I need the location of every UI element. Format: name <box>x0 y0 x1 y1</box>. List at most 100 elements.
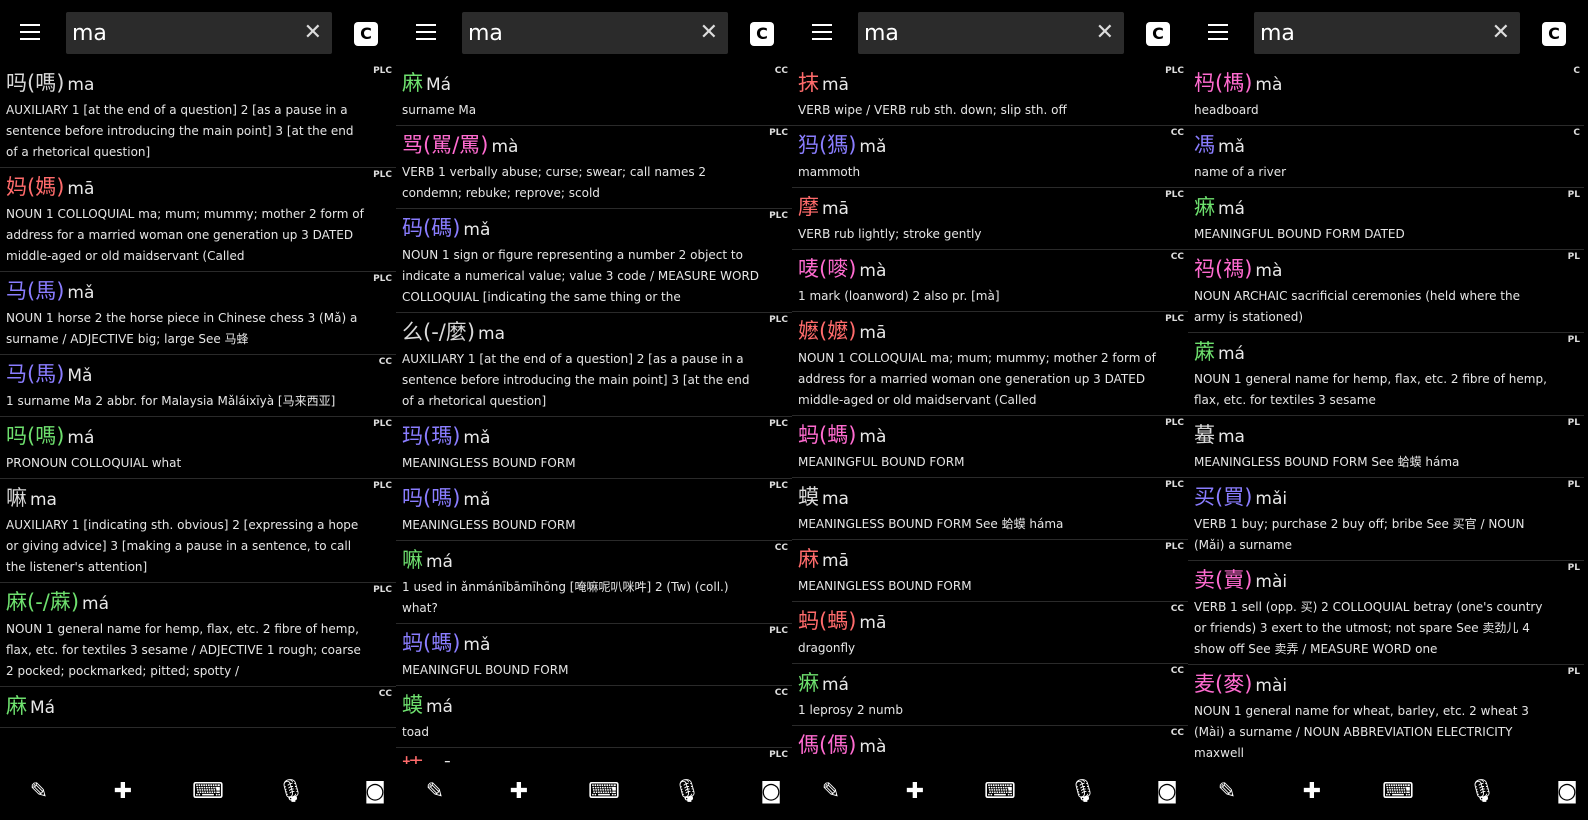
puzzle-icon[interactable]: ✚ <box>504 778 534 806</box>
results-list[interactable]: 吗(嗎) ma PLC AUXILIARY 1 [at the end of a qu… <box>0 64 396 764</box>
dictionary-entry[interactable]: 馮 mǎ Cname of a river <box>1188 126 1584 188</box>
dictionary-entry[interactable]: 祃(禡) mà PL NOUN ARCHAIC sacrificial ceremon… <box>1188 250 1584 333</box>
entry-headword: 马(馬) mǎ <box>6 276 366 308</box>
dictionary-entry[interactable]: 痳 má PL MEANINGFUL BOUND FORM DATED <box>1188 188 1584 250</box>
dictionary-entry[interactable]: 卖(賣) mài PL VERB 1 sell (opp. 买) 2 COLLOQUI… <box>1188 561 1584 665</box>
dictionary-entry[interactable]: 嘛 má CC 1 used in ǎnmánībāmīhōng [唵嘛呢叭咪吽] 2… <box>396 541 792 624</box>
puzzle-icon[interactable]: ✚ <box>900 778 930 806</box>
c-button[interactable]: C <box>1542 22 1566 46</box>
dictionary-entry[interactable]: 蟇 ma PL MEANINGLESS BOUND FORM See 蛤蟆 háma <box>1188 416 1584 478</box>
dictionary-entry[interactable]: 吗(嗎) mǎ PLC MEANINGLESS BOUND FORM <box>396 479 792 541</box>
dictionary-entry[interactable]: 骂(駡/罵) mà PLC VERB 1 verbally abuse; curse;… <box>396 126 792 209</box>
dictionary-entry[interactable]: 蟆 má CC toad <box>396 686 792 748</box>
source-badge: C <box>1573 128 1580 138</box>
results-list[interactable]: 杩(榪) mà Cheadboard 馮 mǎ Cname of a river 痳 má PL… <box>1188 64 1584 764</box>
entry-hanzi: 吗(嗎) <box>402 486 461 510</box>
dictionary-entry[interactable]: 唛(嘜) mà CC 1 mark (loanword) 2 also pr. [mà… <box>792 250 1188 312</box>
dictionary-panel-1: ✕ C 吗(嗎)maPLCAUXILIARY 1 [at the end of … <box>0 0 396 820</box>
entry-definition: AUXILIARY 1 [at the end of a question] 2… <box>6 103 354 159</box>
dictionary-entry[interactable]: 麻 mā PLC MEANINGLESS BOUND FORM <box>792 540 1188 602</box>
dictionary-entry[interactable]: 嘛 ma PLC AUXILIARY 1 [indicating sth. obvio… <box>0 479 396 583</box>
dictionary-entry[interactable]: 犸(獁) mǎ CC mammoth <box>792 126 1188 188</box>
close-icon[interactable]: ✕ <box>1492 21 1510 45</box>
camera-icon[interactable]: ◙ <box>1152 778 1182 806</box>
dictionary-entry[interactable]: 麦(麥) mài PL NOUN 1 general name for wheat, … <box>1188 665 1584 764</box>
dictionary-entry[interactable]: 马(馬) Mǎ CC 1 surname Ma 2 abbr. for Malaysi… <box>0 355 396 417</box>
source-badge: PL <box>1567 190 1580 200</box>
keyboard-icon[interactable]: ⌨ <box>588 778 620 806</box>
dictionary-entry[interactable]: 蚂(螞) mà PLC MEANINGFUL BOUND FORM <box>792 416 1188 478</box>
search-input[interactable] <box>1254 12 1480 54</box>
dictionary-entry[interactable]: 抹mā PLC <box>396 748 792 764</box>
entry-hanzi: 蚂(螞) <box>798 609 857 633</box>
search-input[interactable] <box>858 12 1084 54</box>
source-badge: PLC <box>769 419 788 429</box>
dictionary-entry[interactable]: 蚂(螞) mā CC dragonfly <box>792 602 1188 664</box>
mic-icon[interactable]: 🎙 <box>1068 778 1098 806</box>
dictionary-entry[interactable]: 麻 Má CC surname Ma <box>396 64 792 126</box>
dictionary-entry[interactable]: 蔴 má PL NOUN 1 general name for hemp, flax,… <box>1188 333 1584 416</box>
source-badge: PLC <box>373 481 392 491</box>
menu-icon[interactable] <box>1208 24 1228 40</box>
dictionary-panel-3: ✕ C 抹māPLCVERB wipe / VERB rub sth. down… <box>792 0 1188 820</box>
entry-headword: 祃(禡) mà <box>1194 254 1554 286</box>
dictionary-entry[interactable]: 买(買) mǎi PL VERB 1 buy; purchase 2 buy off;… <box>1188 478 1584 561</box>
menu-icon[interactable] <box>812 24 832 40</box>
brush-icon[interactable]: ✎ <box>816 778 846 806</box>
results-list[interactable]: 抹 mā PLC VERB wipe / VERB rub sth. down; sl… <box>792 64 1188 764</box>
menu-icon[interactable] <box>416 24 436 40</box>
menu-icon[interactable] <box>20 24 40 40</box>
mic-icon[interactable]: 🎙 <box>672 778 702 806</box>
dictionary-entry[interactable]: 傌(傌) mà CC <box>792 726 1188 764</box>
keyboard-icon[interactable]: ⌨ <box>192 778 224 806</box>
search-box[interactable]: ✕ <box>462 12 728 54</box>
dictionary-entry[interactable]: 嬷(嬤) mā PLC NOUN 1 COLLOQUIAL ma; mum; mumm… <box>792 312 1188 416</box>
keyboard-icon[interactable]: ⌨ <box>984 778 1016 806</box>
source-badge: PLC <box>1165 542 1184 552</box>
close-icon[interactable]: ✕ <box>700 21 718 45</box>
search-box[interactable]: ✕ <box>858 12 1124 54</box>
brush-icon[interactable]: ✎ <box>1212 778 1242 806</box>
puzzle-icon[interactable]: ✚ <box>108 778 138 806</box>
entry-headword: 傌(傌) mà <box>798 730 1158 762</box>
camera-icon[interactable]: ◙ <box>1552 778 1582 806</box>
dictionary-entry[interactable]: 摩 mā PLC VERB rub lightly; stroke gently <box>792 188 1188 250</box>
entry-hanzi: 骂(駡/罵) <box>402 133 489 157</box>
dictionary-entry[interactable]: 吗(嗎) ma PLC AUXILIARY 1 [at the end of a qu… <box>0 64 396 168</box>
dictionary-entry[interactable]: 蟆 ma PLC MEANINGLESS BOUND FORM See 蛤蟆 háma <box>792 478 1188 540</box>
search-input[interactable] <box>462 12 688 54</box>
c-button[interactable]: C <box>1146 22 1170 46</box>
dictionary-entry[interactable]: 么(-/麼) ma PLC AUXILIARY 1 [at the end of a … <box>396 313 792 417</box>
search-box[interactable]: ✕ <box>1254 12 1520 54</box>
mic-icon[interactable]: 🎙 <box>1467 778 1497 806</box>
brush-icon[interactable]: ✎ <box>420 778 450 806</box>
dictionary-entry[interactable]: 抹 mā PLC VERB wipe / VERB rub sth. down; sl… <box>792 64 1188 126</box>
search-box[interactable]: ✕ <box>66 12 332 54</box>
dictionary-entry[interactable]: 麻 Má CC <box>0 687 396 728</box>
source-badge: PLC <box>769 128 788 138</box>
close-icon[interactable]: ✕ <box>1096 21 1114 45</box>
entry-headword: 麻 Má <box>402 68 762 100</box>
dictionary-entry[interactable]: 痳 má CC 1 leprosy 2 numb <box>792 664 1188 726</box>
c-button[interactable]: C <box>354 22 378 46</box>
close-icon[interactable]: ✕ <box>304 21 322 45</box>
dictionary-entry[interactable]: 蚂(螞) mǎ PLC MEANINGFUL BOUND FORM <box>396 624 792 686</box>
camera-icon[interactable]: ◙ <box>360 778 390 806</box>
dictionary-entry[interactable]: 妈(媽) mā PLC NOUN 1 COLLOQUIAL ma; mum; mumm… <box>0 168 396 272</box>
keyboard-icon[interactable]: ⌨ <box>1382 778 1414 806</box>
mic-icon[interactable]: 🎙 <box>276 778 306 806</box>
camera-icon[interactable]: ◙ <box>756 778 786 806</box>
results-list[interactable]: 麻 Má CC surname Ma 骂(駡/罵) mà PLC VERB 1 verball… <box>396 64 792 764</box>
dictionary-entry[interactable]: 玛(瑪) mǎ PLC MEANINGLESS BOUND FORM <box>396 417 792 479</box>
puzzle-icon[interactable]: ✚ <box>1297 778 1327 806</box>
entry-headword: 吗(嗎) má <box>6 421 366 453</box>
dictionary-entry[interactable]: 麻(-/蔴) má PLC NOUN 1 general name for hemp,… <box>0 583 396 687</box>
dictionary-entry[interactable]: 马(馬) mǎ PLC NOUN 1 horse 2 the horse piece … <box>0 272 396 355</box>
search-input[interactable] <box>66 12 292 54</box>
dictionary-entry[interactable]: 码(碼) mǎ PLC NOUN 1 sign or figure represent… <box>396 209 792 313</box>
dictionary-entry[interactable]: 吗(嗎) má PLC PRONOUN COLLOQUIAL what <box>0 417 396 479</box>
c-button[interactable]: C <box>750 22 774 46</box>
brush-icon[interactable]: ✎ <box>24 778 54 806</box>
dictionary-entry[interactable]: 杩(榪) mà Cheadboard <box>1188 64 1584 126</box>
source-badge: PLC <box>769 315 788 325</box>
